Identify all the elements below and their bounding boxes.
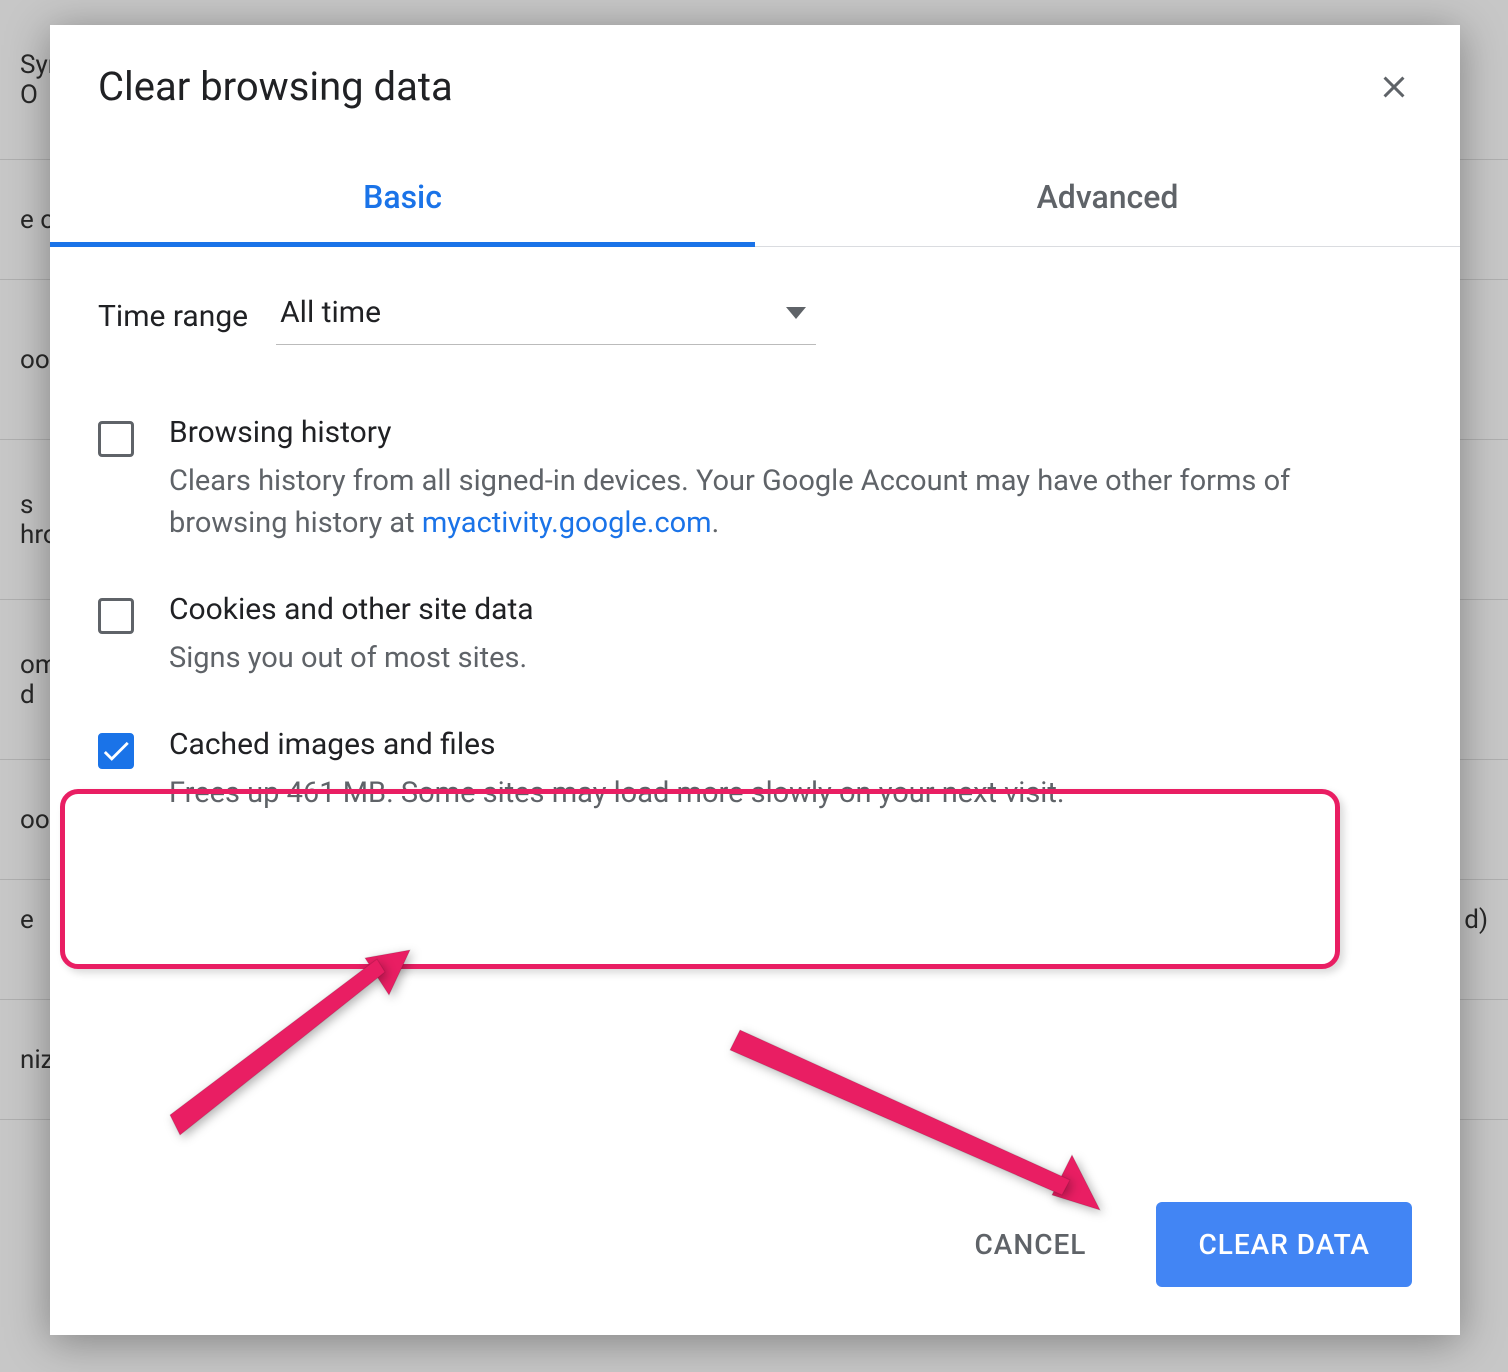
option-desc: Signs you out of most sites. (169, 637, 1412, 679)
chevron-down-icon (786, 307, 806, 319)
time-range-select[interactable]: All time (276, 287, 816, 345)
option-cached: Cached images and files Frees up 461 MB.… (98, 727, 1412, 814)
dialog-content: Time range All time Browsing history Cle… (50, 247, 1460, 1202)
checkbox-cached[interactable] (98, 733, 134, 769)
option-browsing-history: Browsing history Clears history from all… (98, 415, 1412, 544)
clear-browsing-data-dialog: Clear browsing data Basic Advanced Time … (50, 25, 1460, 1335)
option-title: Cached images and files (169, 727, 1412, 762)
cancel-button[interactable]: CANCEL (955, 1208, 1107, 1281)
checkbox-browsing-history[interactable] (98, 421, 134, 457)
annotation-highlight (60, 789, 1340, 969)
option-desc: Clears history from all signed-in device… (169, 460, 1412, 544)
tabs: Basic Advanced (50, 156, 1460, 247)
option-cookies: Cookies and other site data Signs you ou… (98, 592, 1412, 679)
tab-advanced[interactable]: Advanced (755, 156, 1460, 246)
clear-data-button[interactable]: CLEAR DATA (1156, 1202, 1412, 1287)
checkbox-cookies[interactable] (98, 598, 134, 634)
option-desc: Frees up 461 MB. Some sites may load mor… (169, 772, 1412, 814)
myactivity-link[interactable]: myactivity.google.com (422, 506, 712, 540)
time-range-value: All time (280, 295, 381, 330)
dialog-title: Clear browsing data (98, 63, 453, 110)
time-range-label: Time range (98, 299, 248, 334)
tab-basic[interactable]: Basic (50, 156, 755, 246)
dialog-actions: CANCEL CLEAR DATA (50, 1202, 1460, 1335)
time-range-row: Time range All time (98, 287, 1412, 345)
dialog-header: Clear browsing data (50, 25, 1460, 138)
option-title: Cookies and other site data (169, 592, 1412, 627)
option-title: Browsing history (169, 415, 1412, 450)
close-icon[interactable] (1376, 69, 1412, 105)
